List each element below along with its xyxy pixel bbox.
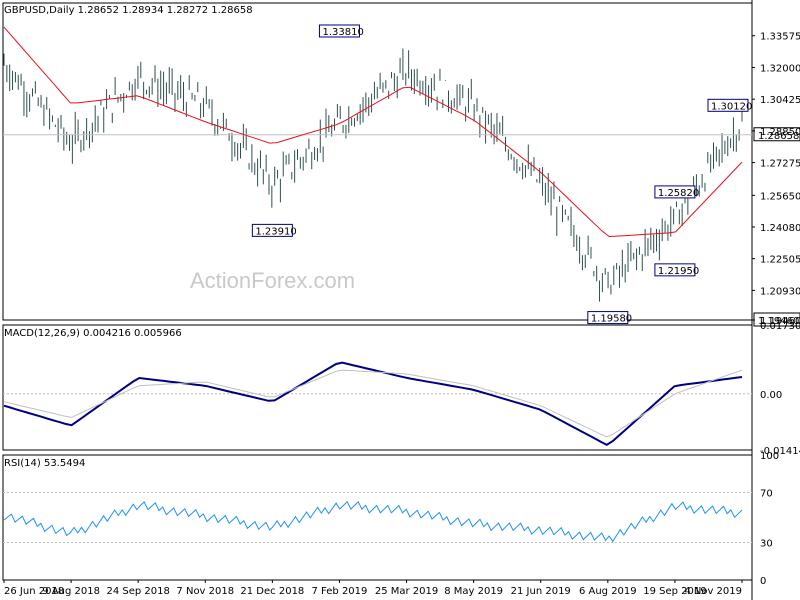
price-axis: 1.286581.335751.320001.304251.288501.272… [752,32,800,327]
moving-average-path [3,26,743,238]
time-tick-label: 25 Mar 2019 [375,586,438,597]
time-tick-label: 8 May 2019 [444,586,503,597]
price-tick-label: 1.28850 [760,127,800,138]
annotation-label: 1.33810 [322,27,363,38]
price-tick-label: 1.30425 [760,95,800,106]
time-tick-label: 21 Jun 2019 [511,586,571,597]
chart-canvas: GBPUSD,Daily 1.28652 1.28934 1.28272 1.2… [2,0,800,600]
moving-average-line [3,26,743,238]
price-tick-label: 1.27275 [760,159,800,170]
price-tick-label: 1.33575 [760,32,800,43]
rsi-tick-label: 70 [760,489,773,500]
macd-pane-title: MACD(12,26,9) 0.004216 0.005966 [4,328,182,339]
annotation-label: 1.30120 [711,101,752,112]
price-tick-label: 1.20930 [760,286,800,297]
pane-border-2 [2,454,753,581]
time-tick-label: 6 Aug 2019 [579,586,637,597]
time-tick-label: 7 Feb 2019 [312,586,368,597]
macd-series-signal [3,369,743,438]
time-tick-label: 7 Nov 2018 [176,586,234,597]
macd-series-macd [3,361,743,447]
annotation-label: 1.23910 [255,226,296,237]
price-tick-label: 1.24080 [760,223,800,234]
rsi-tick-label: 100 [760,451,779,462]
time-tick-label: 24 Sep 2018 [106,586,169,597]
watermark: ActionForex.com [190,268,355,293]
time-tick-label: 9 Aug 2018 [42,586,100,597]
pane-border-1 [2,324,753,451]
price-tick-label: 1.22505 [760,255,800,266]
pane-border-0 [2,2,753,321]
rsi-tick-label: 30 [760,539,773,550]
time-tick-label: 4 Nov 2019 [684,586,742,597]
time-tick-label: 21 Dec 2018 [240,586,304,597]
annotation-label: 1.21950 [658,266,699,277]
time-axis: 26 Jun 20189 Aug 2018 24 Sep 2018 7 Nov 20… [3,580,743,597]
rsi-series [3,500,743,543]
rsi-pane-title: RSI(14) 53.5494 [4,458,85,469]
price-tick-label: 1.25650 [760,191,800,202]
macd-tick-label: 0.00 [760,390,782,401]
price-bars [3,48,752,321]
macd-pane: 0.0173020.00-0.014148 [3,321,800,457]
price-tick-label: 1.32000 [760,63,800,74]
annotation-label: 1.25820 [658,188,699,199]
macd-tick-label: 0.017302 [760,321,800,332]
chart-window: GBPUSD,Daily 1.28652 1.28934 1.28272 1.2… [0,0,800,600]
rsi-pane: 100 70 30 0 [3,451,779,587]
annotation-label: 1.19580 [591,314,632,325]
rsi-tick-label: 0 [760,576,766,587]
main-pane-title: GBPUSD,Daily 1.28652 1.28934 1.28272 1.2… [4,5,253,16]
